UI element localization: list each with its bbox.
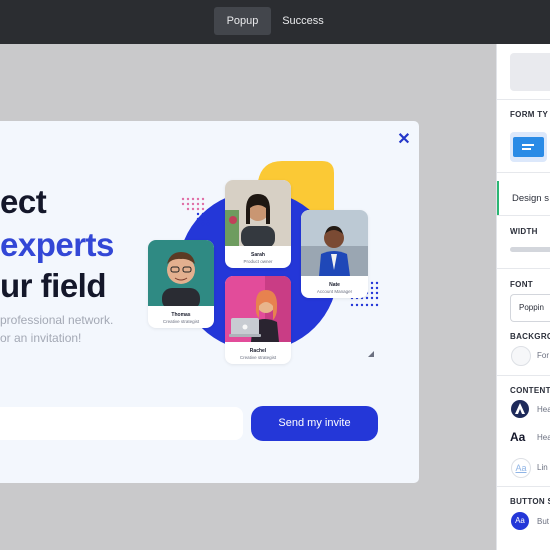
button-style-icon[interactable]: Aa [511,512,529,530]
divider [497,486,550,487]
card-role: Product owner [243,259,273,264]
width-slider[interactable] [510,247,550,252]
font-select-value: Poppin [519,303,544,312]
content-item-text: Hea [537,433,550,442]
email-input[interactable] [0,407,243,440]
card-name: Thomas [171,312,191,318]
card-role: Creative strategist [239,355,277,360]
design-settings-tab[interactable]: Design s [497,181,550,215]
resize-handle-icon [368,351,374,357]
thomas-photo [148,240,214,306]
subtext-line-2: or an invitation! [0,331,82,345]
card-name: Sarah [251,252,265,258]
pink-dots [181,197,205,211]
content-item-text: Hea [537,405,550,414]
profile-card-sarah: Sarah Product owner [225,180,291,268]
card-role: Creative strategist [162,319,200,324]
card-role: Account Manager [316,289,353,294]
heading-text-icon[interactable]: Aa [510,428,532,446]
logo-icon[interactable] [511,400,529,418]
popup-form-icon [513,137,544,157]
subtext-line-1: professional network. [0,313,114,327]
divider [497,375,550,376]
font-select[interactable]: Poppin [510,294,550,322]
design-tab-label: Design s [512,193,549,204]
font-label: FONT [510,280,533,289]
headline-line-1: ect [0,183,47,220]
width-label: WIDTH [510,227,538,236]
link-text-icon[interactable]: Aa [511,458,531,478]
sidebar-preview-box[interactable] [510,53,550,91]
content-label: CONTENT [510,386,550,395]
background-color-swatch[interactable] [511,346,531,366]
close-icon[interactable]: ✕ [394,130,414,150]
settings-sidebar: FORM TY Design s WIDTH FONT Poppin BACKG… [496,44,550,550]
send-invite-button[interactable]: Send my invite [251,406,378,441]
nate-photo [301,210,368,276]
background-label: BACKGRO [510,332,550,341]
button-style-label: BUTTON S [510,497,550,506]
card-name: Rachel [249,348,267,354]
divider [497,172,550,173]
divider [497,215,550,216]
sarah-photo [225,180,291,246]
top-bar: Popup Success [0,0,550,44]
background-value: For [537,351,549,360]
divider [497,99,550,100]
card-name: Nate [329,282,340,288]
form-type-label: FORM TY [510,110,549,119]
tab-success[interactable]: Success [275,7,331,35]
profile-card-thomas: Thomas Creative strategist [148,240,214,328]
form-type-popup-option[interactable] [510,132,547,162]
headline-line-2: experts [0,226,114,263]
tab-popup[interactable]: Popup [214,7,271,35]
content-item-text: Lin [537,463,548,472]
rachel-photo [225,276,291,342]
profile-card-rachel: Rachel Creative strategist [225,276,291,364]
headline-line-3: ur field [0,267,107,304]
button-style-text: But [537,517,550,526]
profile-card-nate: Nate Account Manager [301,210,368,298]
divider [497,268,550,269]
